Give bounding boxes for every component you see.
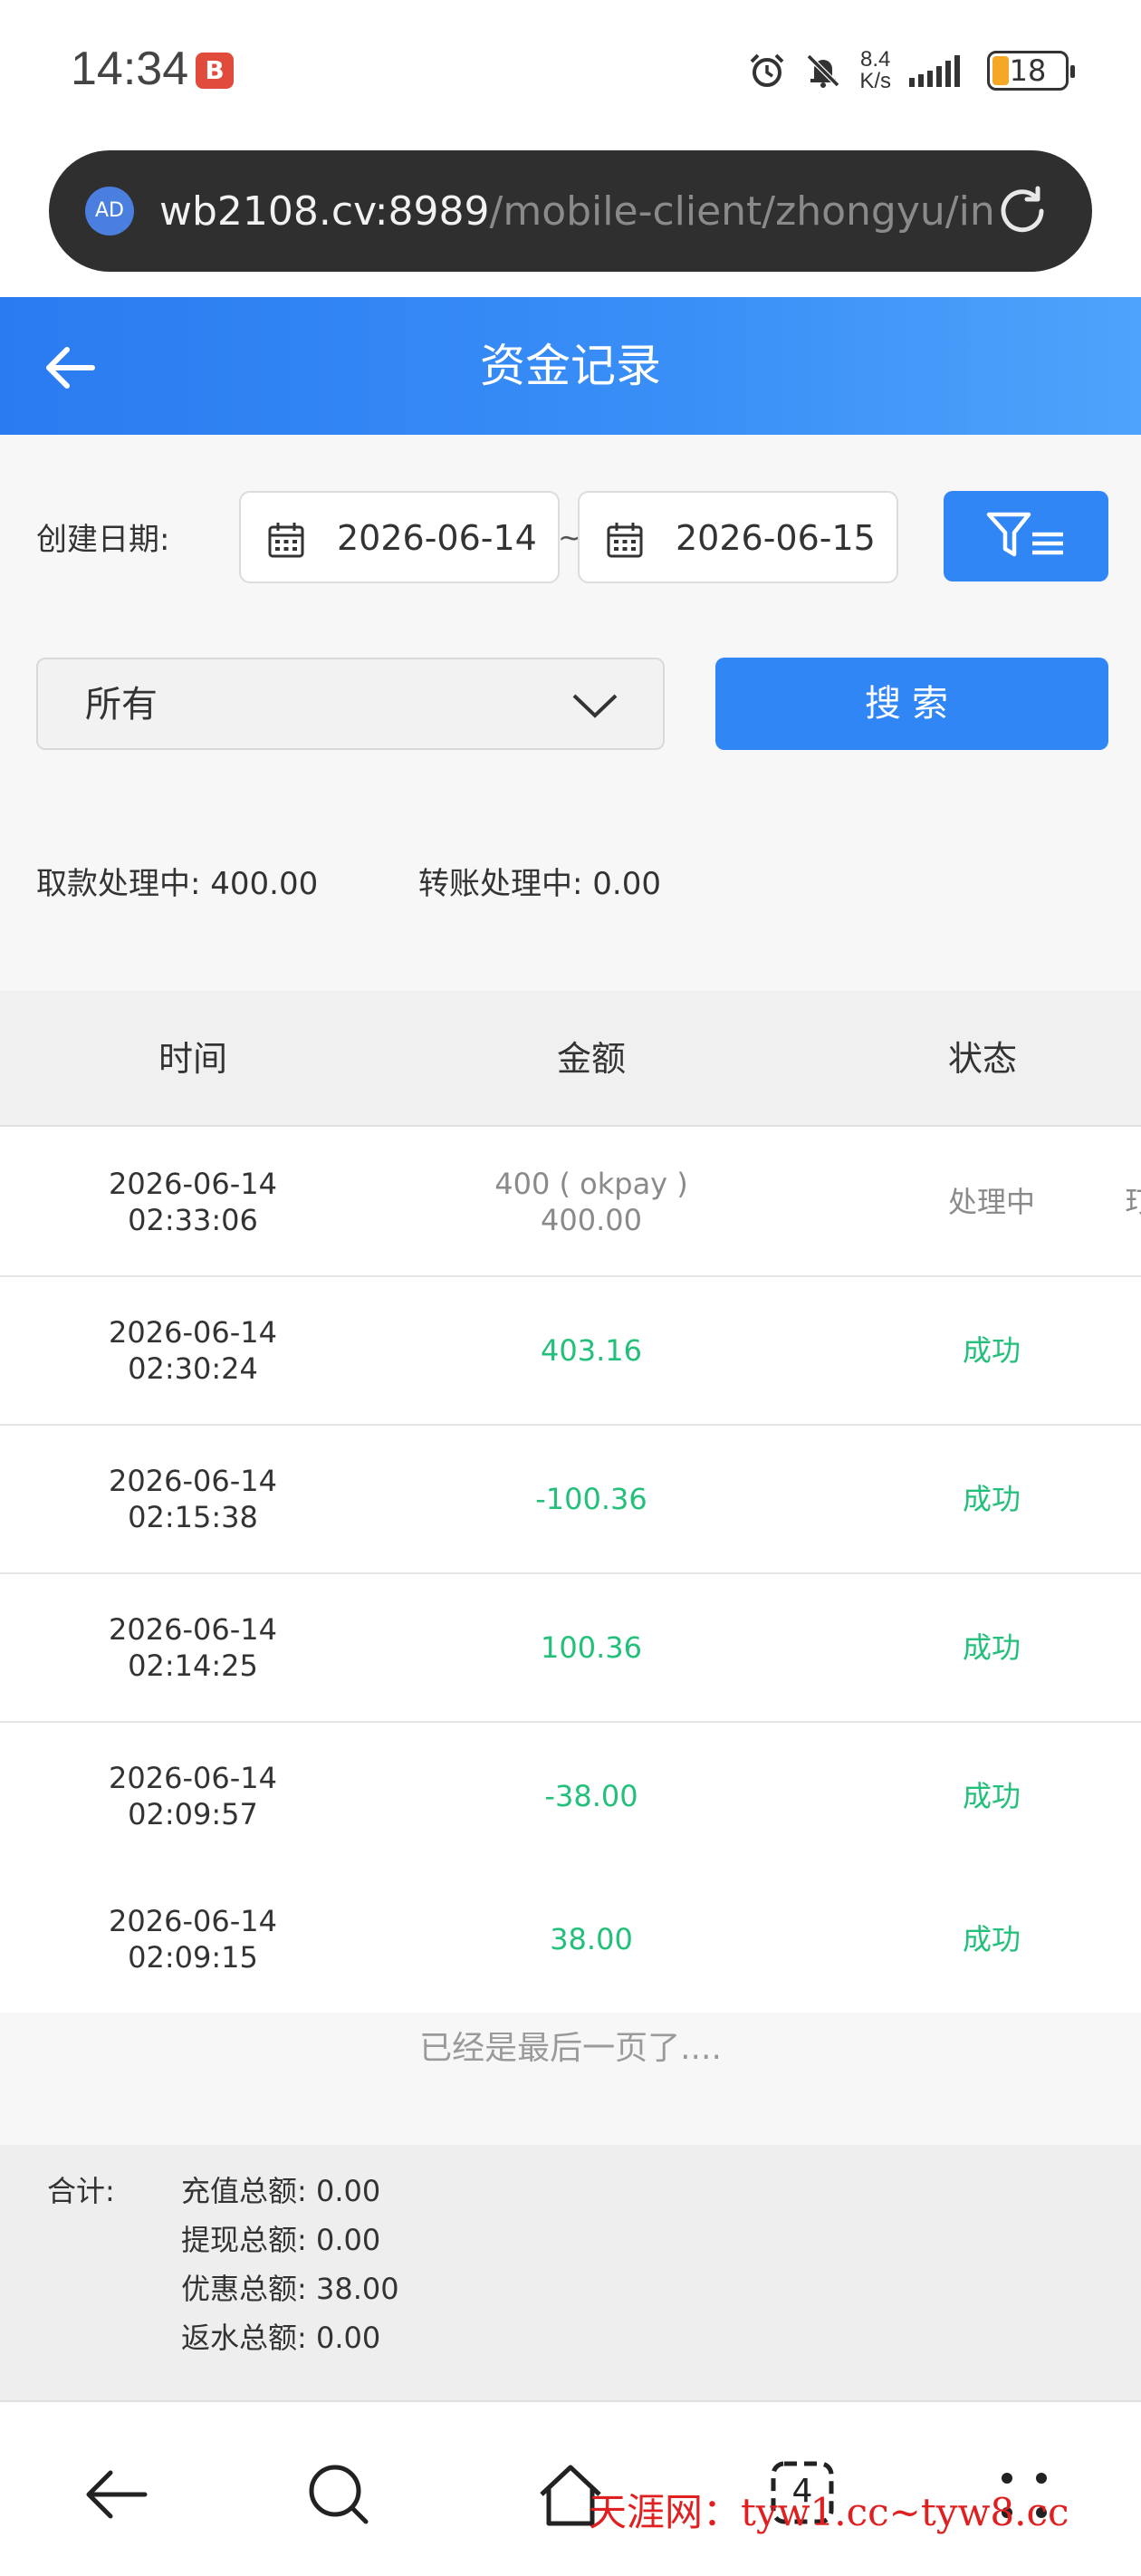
col-amount-header: 金额 xyxy=(556,1039,626,1079)
url-text[interactable]: wb2108.cv:8989/mobile-client/zhongyu/inc xyxy=(159,185,992,239)
row-status: 成功 xyxy=(962,1333,1021,1368)
table-row[interactable]: 2026-06-14 02:09:57 -38.00 成功 xyxy=(0,1723,1141,1871)
row-status: 成功 xyxy=(962,1482,1021,1516)
start-date-value: 2026-06-14 xyxy=(337,518,537,558)
table-row[interactable]: 2026-06-14 02:15:38 -100.36 成功 xyxy=(0,1426,1141,1574)
network-speed: 8.4 K/s xyxy=(859,47,891,93)
row-amount: -38.00 xyxy=(544,1779,638,1813)
total-withdraw: 提现总额: 0.00 xyxy=(181,2223,381,2257)
row-time: 2026-06-14 02:09:57 xyxy=(109,1761,277,1831)
calendar-icon xyxy=(268,523,304,558)
col-status-header: 状态 xyxy=(947,1039,1017,1079)
end-date-field[interactable]: 2026-06-15 xyxy=(578,491,898,583)
row-time: 2026-06-14 02:33:06 xyxy=(109,1167,277,1237)
browser-url-bar[interactable]: AD wb2108.cv:8989/mobile-client/zhongyu/… xyxy=(49,150,1092,272)
alarm-icon xyxy=(750,53,784,87)
clock: 14:34 xyxy=(71,43,189,95)
nav-search-icon[interactable] xyxy=(302,2458,375,2531)
filter-icon xyxy=(986,512,1063,557)
battery-icon: 18 xyxy=(987,51,1075,91)
url-host: wb2108.cv:8989 xyxy=(159,188,490,235)
table-header: 时间 金额 状态 xyxy=(0,991,1141,1127)
table-row[interactable]: 2026-06-14 02:33:06 400 ( okpay ) 400.00 处… xyxy=(0,1129,1141,1277)
date-label: 创建日期: xyxy=(36,522,170,558)
end-date-value: 2026-06-15 xyxy=(676,518,876,558)
ad-block-icon[interactable]: AD xyxy=(85,187,134,235)
row-extra: 玎 xyxy=(1125,1185,1141,1219)
mute-bell-icon xyxy=(807,53,840,88)
row-status: 成功 xyxy=(962,1922,1021,1956)
signal-icon xyxy=(909,55,960,87)
type-select[interactable]: 所有 xyxy=(36,658,665,750)
start-date-field[interactable]: 2026-06-14 xyxy=(239,491,560,583)
reload-icon[interactable] xyxy=(992,181,1052,241)
withdraw-pending: 取款处理中: 400.00 xyxy=(36,866,319,902)
calendar-icon xyxy=(607,523,643,558)
page-title: 资金记录 xyxy=(480,340,661,392)
table-row[interactable]: 2026-06-14 02:30:24 403.16 成功 xyxy=(0,1277,1141,1426)
row-status: 成功 xyxy=(962,1779,1021,1813)
nav-back-icon[interactable] xyxy=(80,2458,152,2531)
row-time: 2026-06-14 02:09:15 xyxy=(109,1904,277,1975)
row-status: 处理中 xyxy=(947,1185,1035,1219)
row-time: 2026-06-14 02:14:25 xyxy=(109,1612,277,1683)
row-amount: 100.36 xyxy=(541,1630,642,1665)
total-bonus: 优惠总额: 38.00 xyxy=(181,2272,399,2306)
type-select-value: 所有 xyxy=(85,684,158,726)
row-time: 2026-06-14 02:15:38 xyxy=(109,1464,277,1534)
row-amount: -100.36 xyxy=(535,1482,647,1516)
total-rebate: 返水总额: 0.00 xyxy=(181,2321,381,2355)
total-deposit: 充值总额: 0.00 xyxy=(181,2174,381,2208)
col-time-header: 时间 xyxy=(158,1039,227,1079)
row-time: 2026-06-14 02:30:24 xyxy=(109,1315,277,1386)
totals-panel: 合计: 充值总额: 0.00 提现总额: 0.00 优惠总额: 38.00 返水… xyxy=(0,2145,1141,2402)
row-amount: 400 ( okpay ) 400.00 xyxy=(494,1167,688,1237)
transfer-pending: 转账处理中: 0.00 xyxy=(418,866,661,902)
row-status: 成功 xyxy=(962,1630,1021,1665)
search-button[interactable]: 搜索 xyxy=(715,658,1108,750)
url-path: /mobile-client/zhongyu/inc xyxy=(489,188,992,235)
table-row[interactable]: 2026-06-14 02:09:15 38.00 成功 xyxy=(0,1866,1141,2014)
watermark-text: 天涯网：tyw1.cc~tyw8.cc xyxy=(589,2490,1069,2534)
app-header: 资金记录 xyxy=(0,297,1141,435)
totals-label: 合计: xyxy=(47,2174,115,2208)
end-of-list-message: 已经是最后一页了.... xyxy=(0,2013,1141,2145)
chevron-down-icon xyxy=(572,694,618,718)
battery-alert-icon: B xyxy=(196,53,234,89)
row-amount: 403.16 xyxy=(541,1333,642,1368)
status-icons: 8.4 K/s 18 xyxy=(747,45,1075,96)
filter-panel: 创建日期: 2026-06-14 ~ 2026-06-15 所有 搜索 取款处理… xyxy=(0,435,1141,991)
filter-button[interactable] xyxy=(944,491,1108,582)
status-bar: 14:34 B 8.4 K/s 18 xyxy=(0,0,1141,145)
table-row[interactable]: 2026-06-14 02:14:25 100.36 成功 xyxy=(0,1574,1141,1723)
row-amount: 38.00 xyxy=(550,1922,633,1956)
